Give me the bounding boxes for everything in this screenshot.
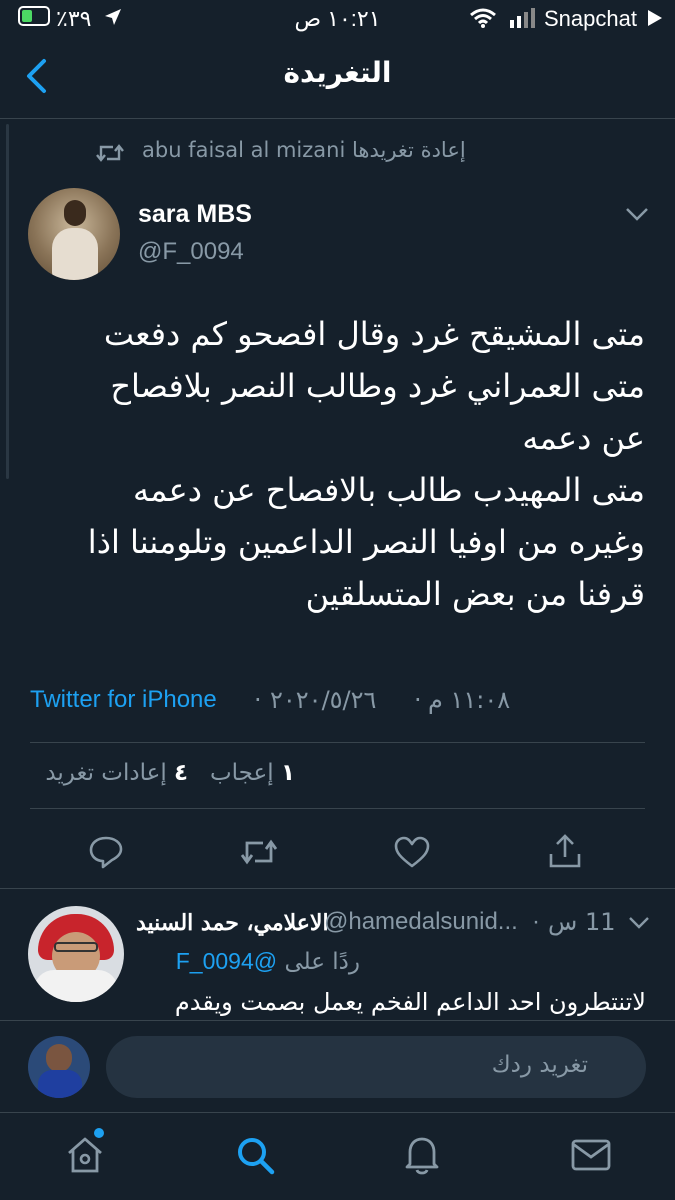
tweet-text: متى المشيقح غرد وقال افصحو كم دفعت متى ا… — [87, 315, 645, 613]
retweet-banner-text: abu faisal al mizani إعادة تغريدها — [142, 138, 466, 162]
composer-divider — [0, 1020, 675, 1021]
home-icon — [68, 1137, 102, 1173]
tweet-stats: ١ إعجاب ٤ إعادات تغريد — [25, 760, 295, 786]
author-display-name[interactable]: sara MBS — [138, 200, 252, 229]
search-icon — [238, 1138, 275, 1175]
scroll-indicator[interactable] — [6, 124, 9, 479]
home-new-dot — [94, 1128, 104, 1138]
tweet-options-button[interactable] — [624, 206, 650, 222]
chevron-down-icon — [629, 917, 649, 929]
reply-composer-input[interactable]: تغريد ردك — [106, 1036, 646, 1098]
tab-messages[interactable] — [570, 1138, 612, 1172]
status-bar: ٪٣٩ ١٠:٢١ ص Snapchat — [0, 0, 675, 40]
retweets-label: إعادات تغريد — [45, 760, 167, 786]
meta-divider — [30, 742, 645, 743]
signal-icon — [510, 8, 536, 32]
likes-count: ١ — [280, 760, 295, 786]
tweet-meta: Twitter for iPhone · ٢٠٢٠/٥/٢٦ · ١١:٠٨ م — [30, 686, 510, 720]
meta-separator-2: · — [414, 686, 422, 714]
header-divider — [0, 118, 675, 119]
share-button[interactable] — [548, 832, 582, 870]
meta-separator: · — [254, 686, 262, 714]
page-title: التغريدة — [283, 56, 392, 89]
tab-notifications[interactable] — [402, 1134, 442, 1176]
replying-to-handle[interactable]: @F_0094 — [176, 948, 277, 974]
like-button[interactable] — [394, 836, 430, 868]
reply-display-name[interactable]: الاعلامي، حمد السنيد — [136, 910, 329, 936]
composer-placeholder: تغريد ردك — [491, 1052, 588, 1078]
author-avatar[interactable] — [28, 188, 120, 280]
reply-avatar[interactable] — [28, 906, 124, 1002]
tweet-date: ٢٠٢٠/٥/٢٦ — [270, 686, 377, 714]
actions-divider — [0, 888, 675, 889]
stats-divider — [30, 808, 645, 809]
share-icon — [549, 834, 581, 868]
likes-label: إعجاب — [210, 760, 274, 786]
current-user-avatar[interactable] — [28, 1036, 90, 1098]
author-handle[interactable]: @F_0094 — [138, 238, 244, 266]
tweet-time: ١١:٠٨ م — [428, 686, 511, 714]
retweet-icon — [96, 142, 124, 164]
tab-search[interactable] — [234, 1134, 276, 1176]
reply-text: لاتنتطرون احد الداعم الفخم يعمل بصمت ويق… — [174, 988, 646, 1016]
retweet-button[interactable] — [240, 836, 278, 868]
replying-to: ردًا على @F_0094 — [140, 948, 360, 975]
retweets-stat[interactable]: ٤ إعادات تغريد — [45, 760, 188, 786]
reply-icon — [89, 836, 123, 869]
reply-separator: · — [532, 908, 540, 935]
like-icon — [394, 836, 430, 868]
tweet-source-link[interactable]: Twitter for iPhone — [30, 686, 217, 714]
retweet-action-icon — [240, 839, 278, 865]
replying-to-label: ردًا على — [284, 949, 360, 975]
reply-handle[interactable]: @hamedalsunid... — [324, 908, 518, 936]
likes-stat[interactable]: ١ إعجاب — [210, 760, 295, 786]
tabbar-divider — [0, 1112, 675, 1113]
retweets-count: ٤ — [174, 760, 189, 786]
wifi-icon — [470, 8, 496, 32]
notifications-icon — [405, 1137, 439, 1175]
reply-header: الاعلامي، حمد السنيد @hamedalsunid... · … — [136, 908, 636, 942]
carrier-name: Snapchat — [544, 6, 637, 31]
tab-home[interactable] — [64, 1128, 106, 1176]
reply-button[interactable] — [88, 834, 124, 870]
messages-icon — [571, 1139, 611, 1171]
retweet-banner[interactable]: abu faisal al mizani إعادة تغريدها — [96, 138, 496, 168]
chevron-down-icon — [626, 208, 648, 221]
play-icon — [648, 10, 662, 30]
reply-options-button[interactable] — [628, 916, 650, 930]
reply-time: 11 س — [548, 908, 616, 936]
